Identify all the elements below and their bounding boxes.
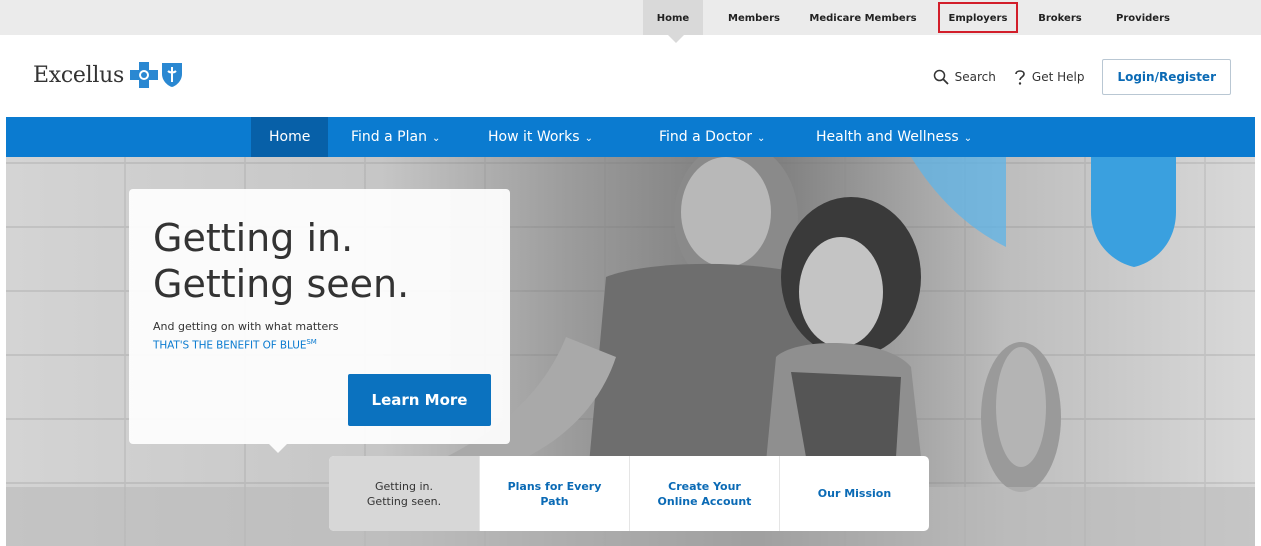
main-nav: Home Find a Plan ⌄ How it Works ⌄ Find a D… bbox=[6, 117, 1255, 157]
blue-shield-icon bbox=[161, 63, 182, 87]
main-nav-home-label: Home bbox=[269, 129, 311, 145]
hero-tab-plans-line-2: Path bbox=[540, 494, 569, 508]
help-link[interactable]: Get Help bbox=[1014, 69, 1085, 85]
hero-tab-getting-in-line-1: Getting in. bbox=[375, 479, 433, 493]
utility-nav-providers[interactable]: Providers bbox=[1106, 0, 1180, 35]
hero-tagline-text: THAT'S THE BENEFIT OF BLUE bbox=[153, 339, 307, 352]
search-icon bbox=[933, 69, 949, 85]
hero-title-line-2: Getting seen. bbox=[153, 262, 410, 306]
hero-tabs: Getting in. Getting seen. Plans for Every… bbox=[329, 456, 929, 531]
service-mark: SM bbox=[306, 338, 317, 346]
hero-tab-create-online-account[interactable]: Create Your Online Account bbox=[629, 456, 779, 531]
main-nav-health-and-wellness[interactable]: Health and Wellness ⌄ bbox=[816, 117, 972, 157]
main-nav-home[interactable]: Home bbox=[251, 117, 329, 157]
logo-marks bbox=[129, 62, 183, 88]
hero-tab-account-line-1: Create Your bbox=[668, 479, 741, 493]
main-nav-how-it-works[interactable]: How it Works ⌄ bbox=[488, 117, 593, 157]
main-nav-find-a-doctor[interactable]: Find a Doctor ⌄ bbox=[659, 117, 765, 157]
main-nav-find-a-plan[interactable]: Find a Plan ⌄ bbox=[351, 117, 440, 157]
learn-more-button[interactable]: Learn More bbox=[348, 374, 491, 426]
header-actions: Search Get Help Login/Register bbox=[933, 59, 1231, 95]
utility-nav-members[interactable]: Members bbox=[716, 0, 792, 35]
chevron-down-icon: ⌄ bbox=[757, 133, 766, 144]
help-icon bbox=[1015, 70, 1025, 85]
hero-card-caret bbox=[269, 444, 287, 453]
login-register-button[interactable]: Login/Register bbox=[1102, 59, 1231, 95]
hero-tab-plans-for-every-path[interactable]: Plans for Every Path bbox=[479, 456, 629, 531]
utility-active-caret bbox=[668, 35, 684, 43]
hero-tab-plans-line-1: Plans for Every bbox=[507, 479, 602, 493]
hero-tab-getting-in[interactable]: Getting in. Getting seen. bbox=[329, 456, 479, 531]
hero-tagline: THAT'S THE BENEFIT OF BLUESM bbox=[153, 338, 317, 352]
hero-tab-mission-line-1: Our Mission bbox=[817, 487, 892, 500]
main-nav-health-and-wellness-label: Health and Wellness bbox=[816, 129, 959, 145]
chevron-down-icon: ⌄ bbox=[431, 133, 441, 144]
blue-cross-icon bbox=[129, 62, 158, 88]
utility-nav-medicare-members[interactable]: Medicare Members bbox=[803, 0, 923, 35]
search-link[interactable]: Search bbox=[933, 69, 996, 85]
hero-card: Getting in. Getting seen. And getting on… bbox=[129, 189, 510, 444]
main-nav-find-a-doctor-label: Find a Doctor bbox=[659, 129, 753, 145]
chevron-down-icon: ⌄ bbox=[963, 133, 973, 144]
hero-banner: Getting in. Getting seen. And getting on… bbox=[6, 157, 1255, 546]
utility-nav-brokers[interactable]: Brokers bbox=[1030, 0, 1090, 35]
main-nav-find-a-plan-label: Find a Plan bbox=[351, 129, 427, 145]
hero-title-line-1: Getting in. bbox=[153, 216, 354, 260]
hero-tab-our-mission[interactable]: Our Mission bbox=[779, 456, 929, 531]
help-label: Get Help bbox=[1031, 70, 1085, 84]
hero-tab-getting-in-line-2: Getting seen. bbox=[366, 494, 442, 508]
logo[interactable]: Excellus bbox=[33, 62, 183, 88]
utility-nav-employers[interactable]: Employers bbox=[936, 0, 1020, 35]
utility-nav-home[interactable]: Home bbox=[643, 0, 703, 35]
logo-text: Excellus bbox=[33, 62, 124, 88]
chevron-down-icon: ⌄ bbox=[584, 133, 593, 144]
hero-tab-account-line-2: Online Account bbox=[657, 494, 752, 508]
search-label: Search bbox=[954, 70, 996, 84]
main-nav-how-it-works-label: How it Works bbox=[488, 129, 580, 145]
hero-title: Getting in. Getting seen. bbox=[153, 215, 409, 307]
hero-subtitle: And getting on with what matters bbox=[153, 320, 339, 333]
utility-bar: Home Members Medicare Members Employers … bbox=[0, 0, 1261, 35]
